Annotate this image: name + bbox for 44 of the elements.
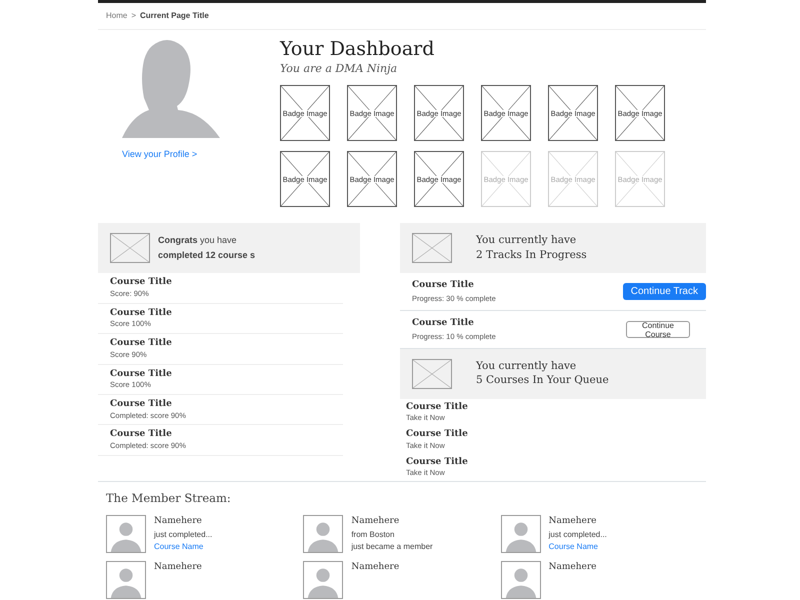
member-avatar	[500, 515, 541, 554]
breadcrumb-link[interactable]: Home	[106, 11, 128, 20]
course-title: Course Title	[110, 338, 173, 350]
breadcrumb-current: Current Page Title	[140, 11, 209, 20]
image-placeholder-icon	[412, 358, 452, 389]
page-subtitle: You are a DMA Ninja	[280, 60, 398, 77]
course-title: Course Title	[110, 308, 173, 320]
course-title: Course Title	[412, 317, 475, 330]
member-name: Namehere	[154, 515, 203, 528]
member-name: Namehere	[351, 515, 400, 528]
breadcrumb-separator: >	[131, 11, 136, 20]
member-activity: just completed...	[154, 528, 212, 541]
course-title: Course Title	[110, 277, 173, 289]
panel-heading: Congrats you have completed 12 course s	[158, 234, 256, 262]
course-title: Course Title	[110, 429, 173, 442]
course-title: Course Title	[412, 279, 475, 292]
course-name-link[interactable]: Course Name	[548, 540, 607, 553]
member-name: Namehere	[154, 561, 202, 574]
member-activity: just became a member	[351, 540, 433, 553]
member-avatar	[106, 561, 146, 600]
profile-link[interactable]: View your Profile >	[122, 148, 198, 162]
member-name: Namehere	[351, 561, 400, 574]
panel-heading: You currently have 2 Tracks In Progress	[476, 233, 587, 263]
continue-track-button[interactable]: Continue Track	[622, 283, 706, 300]
course-title: Course Title	[406, 402, 469, 414]
member-activity: from Boston	[351, 528, 396, 541]
course-name-link[interactable]: Course Name	[154, 540, 212, 553]
member-avatar	[303, 515, 344, 554]
image-placeholder-icon	[412, 233, 452, 264]
member-name: Namehere	[548, 515, 598, 528]
continue-course-button[interactable]: Continue Course	[626, 320, 690, 338]
image-placeholder-icon	[110, 233, 150, 264]
member-activity: just completed...	[548, 528, 607, 541]
member-avatar	[500, 561, 541, 600]
panel-heading: You currently have 5 Courses In Your Queue	[476, 358, 609, 388]
course-title: Course Title	[406, 456, 469, 468]
course-title: Course Title	[110, 399, 173, 411]
course-title: Course Title	[110, 368, 173, 380]
page-title: Your Dashboard	[280, 38, 436, 61]
section-title: The Member Stream:	[106, 490, 232, 508]
member-avatar	[303, 561, 344, 600]
course-title: Course Title	[406, 429, 469, 441]
member-avatar	[106, 515, 146, 554]
member-name: Namehere	[548, 561, 597, 574]
